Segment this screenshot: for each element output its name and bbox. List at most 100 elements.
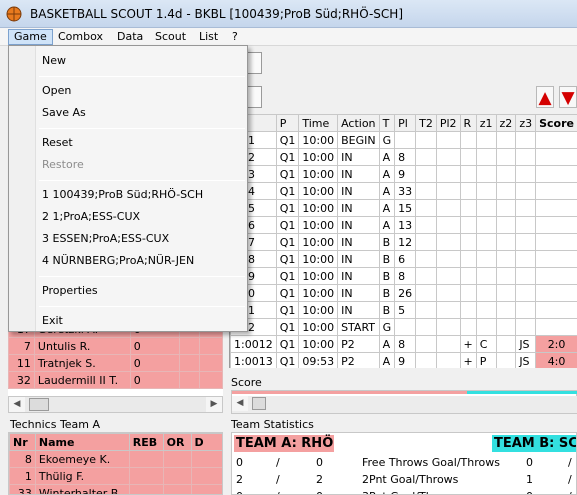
col-name[interactable]: Name	[34, 433, 130, 451]
cell-z2[interactable]	[495, 199, 517, 217]
col-player2[interactable]: Pl2	[435, 114, 461, 132]
menu-scout[interactable]: Scout	[149, 29, 192, 45]
cell-player2[interactable]	[435, 148, 461, 166]
col-nr[interactable]: Nr	[9, 433, 36, 451]
cell-time[interactable]: 10:00	[298, 199, 339, 217]
cell-z2[interactable]	[495, 182, 517, 200]
cell-z3[interactable]	[515, 165, 537, 183]
menu-item-recent-4[interactable]: 4 NÜRNBERG;ProA;NÜR-JEN	[42, 251, 194, 271]
cell-player[interactable]	[394, 131, 417, 149]
cell-team2[interactable]	[415, 131, 437, 149]
col-or[interactable]: OR	[162, 433, 192, 451]
menu-help[interactable]: ?	[226, 29, 244, 45]
cell-action[interactable]: IN	[337, 284, 380, 302]
cell-team[interactable]: B	[378, 267, 396, 285]
cell-period[interactable]: Q1	[275, 182, 300, 200]
table-row[interactable]: 002Q110:00STARTG	[230, 318, 577, 336]
cell-time[interactable]: 10:00	[298, 318, 339, 336]
cell-score[interactable]	[535, 267, 577, 285]
cell-team2[interactable]	[415, 199, 437, 217]
cell-team[interactable]: B	[378, 284, 396, 302]
arrow-down-icon[interactable]: ▼	[559, 86, 577, 108]
cell-result[interactable]	[459, 131, 477, 149]
table-row[interactable]: 001Q110:00BEGING	[230, 131, 577, 149]
cell-score[interactable]	[535, 165, 577, 183]
cell-time[interactable]: 10:00	[298, 165, 339, 183]
cell-z1[interactable]	[475, 284, 497, 302]
cell-z3[interactable]	[515, 284, 537, 302]
cell-result[interactable]	[459, 301, 477, 319]
cell-z2[interactable]	[495, 267, 517, 285]
cell-player2[interactable]	[435, 199, 461, 217]
cell-team[interactable]: A	[378, 335, 396, 353]
cell-action[interactable]: START	[337, 318, 380, 336]
cell-z2[interactable]	[495, 131, 517, 149]
table-row[interactable]: 33 Winterhalter B.	[9, 484, 222, 494]
cell-action[interactable]: IN	[337, 250, 380, 268]
cell-z3[interactable]	[515, 250, 537, 268]
menu-data[interactable]: Data	[111, 29, 149, 45]
cell-player2[interactable]	[435, 216, 461, 234]
cell-z1[interactable]	[475, 199, 497, 217]
cell-action[interactable]: IN	[337, 182, 380, 200]
cell-score[interactable]: 4:0	[535, 352, 577, 368]
cell-z3[interactable]	[515, 182, 537, 200]
cell-z1[interactable]	[475, 131, 497, 149]
cell-z2[interactable]	[495, 233, 517, 251]
cell-team[interactable]: B	[378, 301, 396, 319]
play-by-play-grid[interactable]: P Time Action T Pl T2 Pl2 R z1 z2 z3 Sco…	[229, 114, 577, 368]
cell-z3[interactable]	[515, 233, 537, 251]
cell-score[interactable]	[535, 216, 577, 234]
cell-z1[interactable]	[475, 182, 497, 200]
col-period[interactable]: P	[275, 114, 300, 132]
cell-z3[interactable]	[515, 199, 537, 217]
menu-combox[interactable]: Combox	[52, 29, 109, 45]
cell-time[interactable]: 10:00	[298, 182, 339, 200]
cell-result[interactable]: +	[459, 335, 477, 353]
cell-time[interactable]: 10:00	[298, 233, 339, 251]
cell-time[interactable]: 10:00	[298, 267, 339, 285]
cell-period[interactable]: Q1	[275, 301, 300, 319]
cell-team[interactable]: B	[378, 233, 396, 251]
cell-team2[interactable]	[415, 352, 437, 368]
cell-time[interactable]: 10:00	[298, 335, 339, 353]
cell-player[interactable]: 8	[394, 267, 417, 285]
cell-period[interactable]: Q1	[275, 318, 300, 336]
cell-player2[interactable]	[435, 165, 461, 183]
cell-row-id[interactable]: 1:0012	[230, 335, 277, 353]
cell-player[interactable]: 9	[394, 352, 417, 368]
menu-item-properties[interactable]: Properties	[42, 281, 98, 301]
cell-result[interactable]	[459, 199, 477, 217]
cell-z3[interactable]	[515, 216, 537, 234]
cell-period[interactable]: Q1	[275, 250, 300, 268]
cell-team2[interactable]	[415, 148, 437, 166]
scroll-left-icon[interactable]: ◀	[232, 396, 248, 411]
cell-z1[interactable]	[475, 301, 497, 319]
cell-player[interactable]: 9	[394, 165, 417, 183]
cell-z2[interactable]	[495, 148, 517, 166]
table-row[interactable]: 009Q110:00INB8	[230, 267, 577, 285]
col-z3[interactable]: z3	[515, 114, 537, 132]
menu-item-recent-3[interactable]: 3 ESSEN;ProA;ESS-CUX	[42, 229, 169, 249]
cell-player[interactable]: 13	[394, 216, 417, 234]
cell-player[interactable]: 6	[394, 250, 417, 268]
col-time[interactable]: Time	[298, 114, 339, 132]
menu-game[interactable]: Game	[8, 29, 53, 45]
menu-item-recent-1[interactable]: 1 100439;ProB Süd;RHÖ-SCH	[42, 185, 203, 205]
cell-team[interactable]: A	[378, 182, 396, 200]
menu-item-recent-2[interactable]: 2 1;ProA;ESS-CUX	[42, 207, 140, 227]
cell-team2[interactable]	[415, 233, 437, 251]
cell-z2[interactable]	[495, 301, 517, 319]
cell-score[interactable]: 2:0	[535, 335, 577, 353]
cell-player[interactable]: 8	[394, 148, 417, 166]
table-row[interactable]: 004Q110:00INA33	[230, 182, 577, 200]
cell-action[interactable]: IN	[337, 216, 380, 234]
cell-team2[interactable]	[415, 267, 437, 285]
table-row[interactable]: 011Q110:00INB5	[230, 301, 577, 319]
table-row[interactable]: 007Q110:00INB12	[230, 233, 577, 251]
cell-period[interactable]: Q1	[275, 284, 300, 302]
menu-item-exit[interactable]: Exit	[42, 311, 63, 331]
table-row[interactable]: 32 Laudermill II T. 0	[8, 371, 223, 389]
cell-team2[interactable]	[415, 284, 437, 302]
cell-score[interactable]	[535, 182, 577, 200]
